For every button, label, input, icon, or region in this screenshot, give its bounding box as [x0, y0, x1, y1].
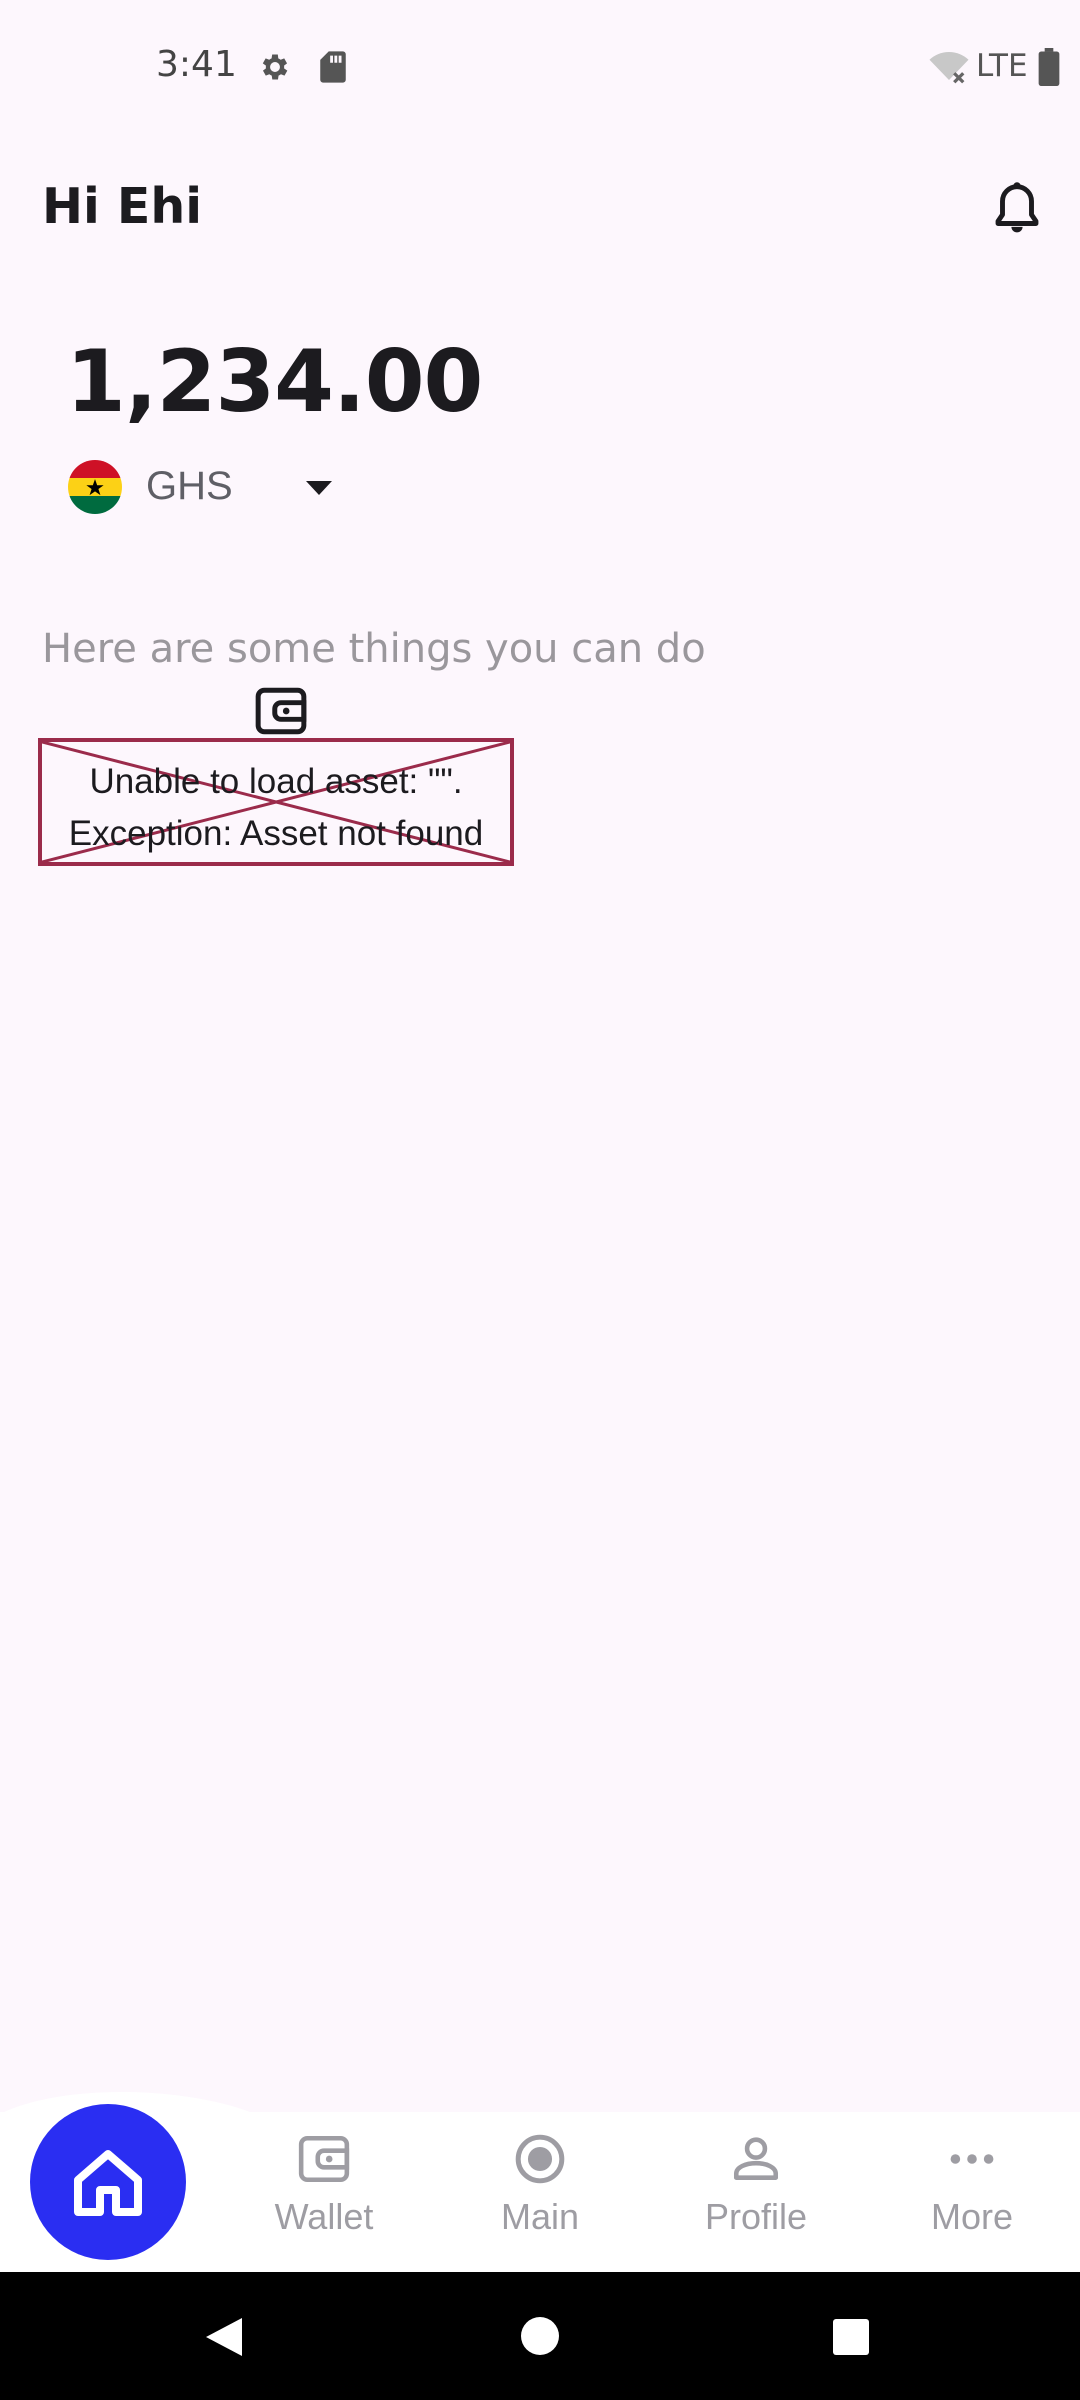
- nav-item-main[interactable]: Main: [460, 2132, 620, 2242]
- bell-icon[interactable]: [990, 180, 1044, 238]
- gear-icon: [262, 54, 288, 80]
- balance-amount: 1,234.00: [66, 332, 483, 432]
- person-icon: [733, 2137, 779, 2180]
- error-message: Unable to load asset: "". Exception: Ass…: [42, 756, 510, 860]
- nav-item-profile[interactable]: Profile: [676, 2132, 836, 2242]
- radio-button-icon: [515, 2134, 565, 2184]
- nav-item-wallet[interactable]: Wallet: [244, 2132, 404, 2242]
- nav-item-more[interactable]: More: [892, 2132, 1052, 2242]
- wallet-icon: [298, 2135, 350, 2183]
- battery-icon: [1038, 48, 1060, 86]
- status-time: 3:41: [156, 44, 237, 85]
- error-line-1: Unable to load asset: "".: [89, 762, 463, 801]
- recent-apps-icon[interactable]: [832, 2318, 870, 2356]
- nav-label-main: Main: [500, 2196, 580, 2237]
- wallet-icon[interactable]: [254, 684, 308, 738]
- error-line-2: Exception: Asset not found: [68, 814, 484, 853]
- nav-label-wallet: Wallet: [274, 2196, 374, 2237]
- actions-heading: Here are some things you can do: [42, 626, 706, 672]
- network-type: LTE: [976, 48, 1028, 84]
- home-icon: [74, 2150, 142, 2216]
- more-horizontal-icon: [950, 2154, 994, 2164]
- nav-item-home[interactable]: [30, 2104, 186, 2260]
- ghana-flag-icon: [68, 460, 122, 514]
- nav-label-more: More: [930, 2196, 1014, 2237]
- currency-selector[interactable]: GHS: [146, 464, 233, 509]
- status-bar: 3:41 LTE: [0, 0, 1080, 136]
- home-circle-icon[interactable]: [520, 2316, 560, 2356]
- wifi-off-icon: [929, 52, 969, 84]
- page-title: Hi Ehi: [42, 178, 203, 235]
- asset-load-error: Unable to load asset: "". Exception: Ass…: [38, 738, 514, 866]
- nav-label-profile: Profile: [704, 2196, 808, 2237]
- sd-card-icon: [320, 51, 346, 83]
- chevron-down-icon[interactable]: [304, 478, 334, 498]
- back-icon[interactable]: [204, 2316, 244, 2358]
